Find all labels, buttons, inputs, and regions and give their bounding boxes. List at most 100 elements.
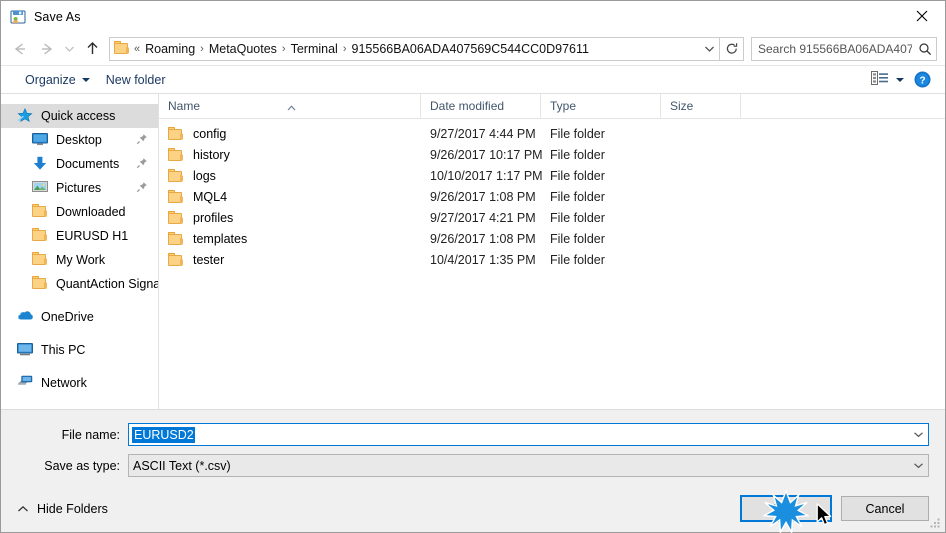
folder-icon [168, 127, 184, 140]
chevron-down-icon[interactable] [908, 455, 928, 476]
organize-button[interactable]: Organize [17, 68, 98, 92]
table-row[interactable]: MQL4 9/26/2017 1:08 PM File folder [159, 186, 945, 207]
resize-grip-icon[interactable] [929, 516, 942, 529]
folder-icon [168, 211, 184, 224]
save-button-label: Save [771, 501, 801, 516]
toolbar: Organize New folder ? [1, 65, 945, 94]
sidebar-item-downloaded[interactable]: Downloaded [1, 200, 158, 224]
pin-icon[interactable] [136, 181, 148, 193]
folder-icon [168, 148, 184, 161]
file-name-label: config [193, 126, 227, 141]
table-row[interactable]: history 9/26/2017 10:17 PM File folder [159, 144, 945, 165]
sidebar-item-quick-access[interactable]: Quick access [1, 104, 158, 128]
sidebar-item-label: My Work [56, 253, 106, 267]
refresh-icon[interactable] [720, 36, 744, 61]
sidebar-item-this-pc[interactable]: This PC [1, 338, 158, 362]
column-header-name[interactable]: Name [159, 93, 421, 119]
file-type-cell: File folder [550, 210, 605, 225]
file-name-label: history [193, 147, 230, 162]
breadcrumb[interactable]: « Roaming › MetaQuotes › Terminal › 9155… [109, 36, 720, 61]
save-form: File name: EURUSD2 Save as type: ASCII T… [1, 409, 945, 485]
file-date-cell: 9/26/2017 10:17 PM [430, 147, 543, 162]
documents-download-icon [32, 156, 49, 172]
table-row[interactable]: templates 9/26/2017 1:08 PM File folder [159, 228, 945, 249]
filetype-label: Save as type: [44, 458, 120, 473]
breadcrumb-item-terminal[interactable]: Terminal [287, 42, 342, 56]
star-icon [17, 107, 34, 124]
breadcrumb-item-terminal-id[interactable]: 915566BA06ADA407569C544CC0D97611 [348, 42, 593, 56]
filetype-select[interactable]: ASCII Text (*.csv) [128, 454, 929, 477]
pin-icon[interactable] [136, 133, 148, 145]
recent-locations-chevron-icon[interactable] [59, 36, 79, 62]
sidebar-item-label: Downloaded [56, 205, 126, 219]
save-as-dialog: Save As « Roaming › MetaQuotes › Termina… [0, 0, 946, 533]
column-header-type[interactable]: Type [541, 93, 661, 119]
sidebar-item-my-work[interactable]: My Work [1, 248, 158, 272]
pin-icon[interactable] [136, 157, 148, 169]
table-row[interactable]: logs 10/10/2017 1:17 PM File folder [159, 165, 945, 186]
folder-icon [32, 204, 49, 220]
triangle-down-icon[interactable] [896, 77, 904, 82]
new-folder-button[interactable]: New folder [98, 68, 174, 92]
hide-folders-button[interactable]: Hide Folders [9, 502, 108, 516]
filename-input[interactable]: EURUSD2 [128, 423, 929, 446]
cancel-button[interactable]: Cancel [841, 496, 929, 521]
breadcrumb-item-roaming[interactable]: Roaming [141, 42, 199, 56]
filetype-row: Save as type: ASCII Text (*.csv) [17, 454, 929, 477]
file-date-cell: 10/10/2017 1:17 PM [430, 168, 543, 183]
network-icon [17, 375, 34, 391]
organize-label: Organize [25, 72, 76, 87]
sidebar-item-label: Quick access [41, 109, 116, 123]
file-date-cell: 9/27/2017 4:21 PM [430, 210, 536, 225]
sidebar-item-label: QuantAction Signal [56, 277, 159, 291]
view-options-button[interactable] [871, 71, 914, 88]
table-row[interactable]: config 9/27/2017 4:44 PM File folder [159, 123, 945, 144]
cancel-button-label: Cancel [865, 501, 905, 516]
sidebar-item-eurusd-h1[interactable]: EURUSD H1 [1, 224, 158, 248]
sidebar-item-label: Documents [56, 157, 120, 171]
file-name-cell: logs [159, 169, 421, 183]
view-layout-icon[interactable] [871, 71, 889, 88]
save-button[interactable]: Save [740, 495, 832, 522]
window-title: Save As [34, 9, 81, 24]
file-list: config 9/27/2017 4:44 PM File folder his… [159, 119, 945, 409]
column-header-row: Name Date modified Type Size [159, 93, 945, 119]
chevron-down-icon[interactable] [699, 38, 719, 60]
sidebar-item-onedrive[interactable]: OneDrive [1, 305, 158, 329]
file-type-cell: File folder [550, 147, 605, 162]
forward-arrow-icon[interactable] [33, 36, 59, 62]
sidebar-item-label: This PC [41, 343, 86, 357]
file-date-cell: 10/4/2017 1:35 PM [430, 252, 536, 267]
close-icon[interactable] [899, 1, 945, 31]
column-header-size[interactable]: Size [661, 93, 741, 119]
pictures-icon [32, 180, 49, 196]
file-name-label: logs [193, 168, 216, 183]
file-name-label: templates [193, 231, 248, 246]
sidebar-item-documents[interactable]: Documents [1, 152, 158, 176]
table-row[interactable]: profiles 9/27/2017 4:21 PM File folder [159, 207, 945, 228]
sidebar-item-pictures[interactable]: Pictures [1, 176, 158, 200]
table-row[interactable]: tester 10/4/2017 1:35 PM File folder [159, 249, 945, 270]
address-bar: « Roaming › MetaQuotes › Terminal › 9155… [1, 32, 945, 65]
search-icon[interactable] [914, 42, 936, 56]
breadcrumb-overflow[interactable]: « [133, 43, 141, 55]
sidebar-item-quantaction-signal[interactable]: QuantAction Signal [1, 272, 158, 296]
filename-value[interactable]: EURUSD2 [132, 426, 195, 443]
sidebar-item-desktop[interactable]: Desktop [1, 128, 158, 152]
file-date-cell: 9/26/2017 1:08 PM [430, 189, 536, 204]
file-type-cell: File folder [550, 126, 605, 141]
search-box[interactable] [751, 36, 937, 61]
chevron-down-icon[interactable] [908, 424, 928, 445]
sidebar-item-network[interactable]: Network [1, 371, 158, 395]
back-arrow-icon[interactable] [7, 36, 33, 62]
triangle-down-icon [81, 77, 90, 82]
navigation-pane: Quick access Desktop Documents Pictures … [1, 94, 159, 409]
breadcrumb-item-metaquotes[interactable]: MetaQuotes [205, 42, 281, 56]
up-arrow-icon[interactable] [79, 36, 105, 62]
help-icon[interactable]: ? [914, 71, 931, 88]
search-input[interactable] [752, 40, 914, 57]
folder-icon [168, 232, 184, 245]
title-bar: Save As [1, 1, 945, 32]
column-header-date-modified[interactable]: Date modified [421, 93, 541, 119]
